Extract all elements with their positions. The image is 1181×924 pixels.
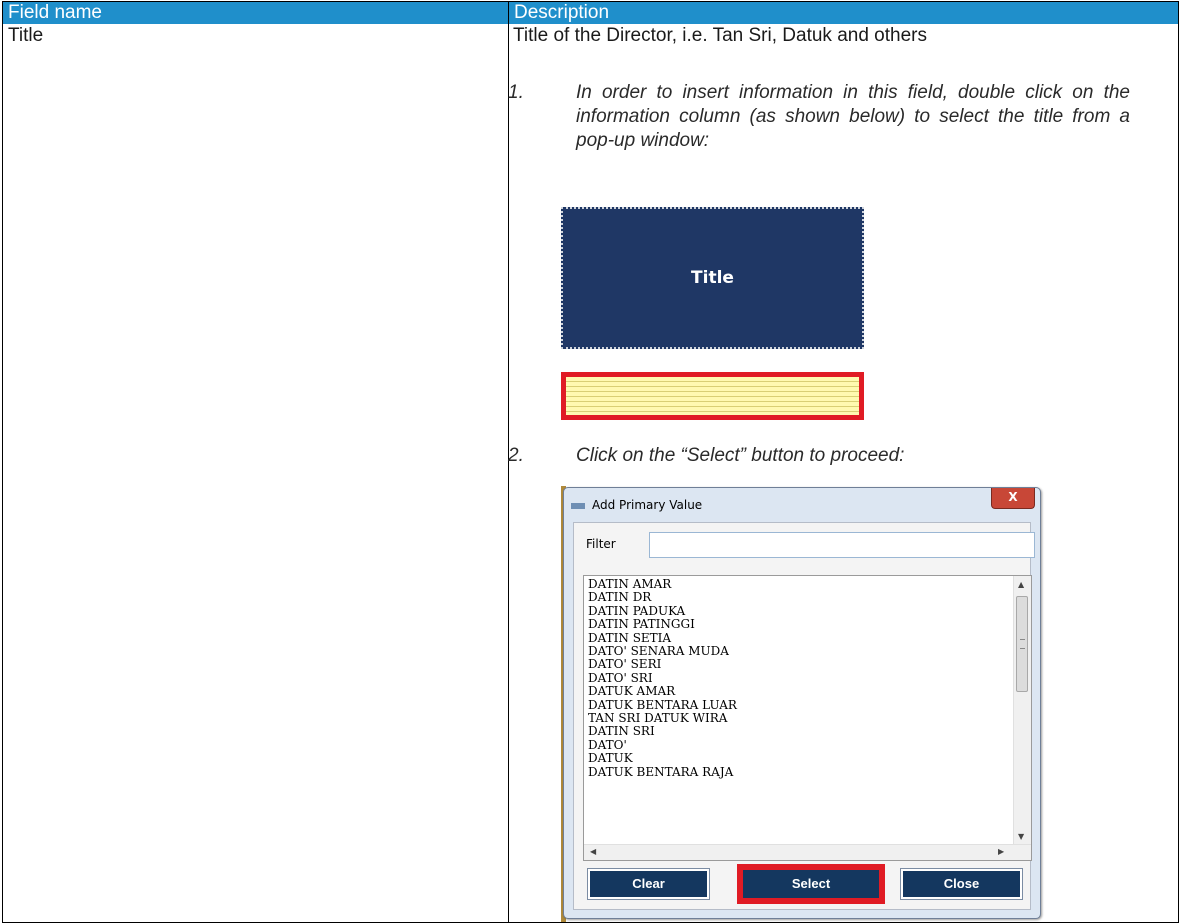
title-information-field[interactable]	[561, 372, 864, 420]
table-header-row: Field name Description	[3, 2, 1178, 24]
select-button[interactable]: Select	[737, 864, 885, 904]
step-text: Click on the “Select” button to proceed:	[576, 445, 905, 466]
step-text: In order to insert information in this f…	[576, 82, 1130, 151]
close-button[interactable]: Close	[900, 868, 1023, 900]
scroll-left-icon[interactable]: ◀	[590, 847, 596, 856]
dialog-title: Add Primary Value	[592, 498, 703, 512]
app-icon	[571, 503, 585, 509]
step-number: 1.	[508, 82, 524, 103]
header-field-name: Field name	[8, 2, 102, 23]
description-cell: Title of the Director, i.e. Tan Sri, Dat…	[513, 25, 927, 46]
list-item[interactable]: DATO'	[588, 738, 737, 752]
list-item[interactable]: DATIN SRI	[588, 725, 737, 739]
scrollbar-thumb[interactable]	[1016, 596, 1028, 692]
list-item[interactable]: DATIN PATINGGI	[588, 617, 737, 631]
add-primary-value-dialog: Add Primary Value X Filter DATIN AMAR DA…	[563, 487, 1041, 919]
step-1: 1. In order to insert information in thi…	[508, 81, 1132, 163]
list-item[interactable]: TAN SRI DATUK WIRA	[588, 711, 737, 725]
title-list: DATIN AMAR DATIN DR DATIN PADUKA DATIN P…	[588, 577, 737, 779]
filter-input[interactable]	[649, 532, 1035, 558]
title-column-label: Title	[691, 268, 734, 288]
list-item[interactable]: DATIN PADUKA	[588, 604, 737, 618]
list-item[interactable]: DATO' SRI	[588, 671, 737, 685]
list-item[interactable]: DATIN DR	[588, 590, 737, 604]
dialog-panel: Filter DATIN AMAR DATIN DR DATIN PADUKA …	[573, 522, 1035, 910]
list-item[interactable]: DATUK BENTARA RAJA	[588, 765, 737, 779]
list-item[interactable]: DATO' SERI	[588, 658, 737, 672]
list-item[interactable]: DATIN AMAR	[588, 577, 737, 591]
vertical-scrollbar[interactable]: ▲ ▼	[1013, 576, 1031, 846]
filter-label: Filter	[586, 537, 616, 551]
horizontal-scrollbar[interactable]: ◀ ▶	[584, 844, 1031, 860]
close-icon[interactable]: X	[991, 488, 1035, 509]
field-name-cell: Title	[8, 25, 44, 46]
scroll-down-icon[interactable]: ▼	[1018, 832, 1024, 841]
step-number: 2.	[508, 445, 524, 466]
list-item[interactable]: DATIN SETIA	[588, 631, 737, 645]
list-item[interactable]: DATUK	[588, 751, 737, 765]
title-column-header[interactable]: Title	[561, 207, 864, 349]
scroll-right-icon[interactable]: ▶	[998, 847, 1004, 856]
grip-icon	[1020, 639, 1025, 649]
title-listbox[interactable]: DATIN AMAR DATIN DR DATIN PADUKA DATIN P…	[583, 575, 1032, 861]
list-item[interactable]: DATUK AMAR	[588, 684, 737, 698]
header-description: Description	[514, 2, 610, 23]
list-item[interactable]: DATUK BENTARA LUAR	[588, 698, 737, 712]
scroll-up-icon[interactable]: ▲	[1018, 580, 1024, 589]
step-2: 2. Click on the “Select” button to proce…	[508, 444, 1132, 470]
list-item[interactable]: DATO' SENARA MUDA	[588, 644, 737, 658]
clear-button[interactable]: Clear	[587, 868, 710, 900]
dialog-titlebar[interactable]: Add Primary Value X	[564, 488, 1040, 522]
